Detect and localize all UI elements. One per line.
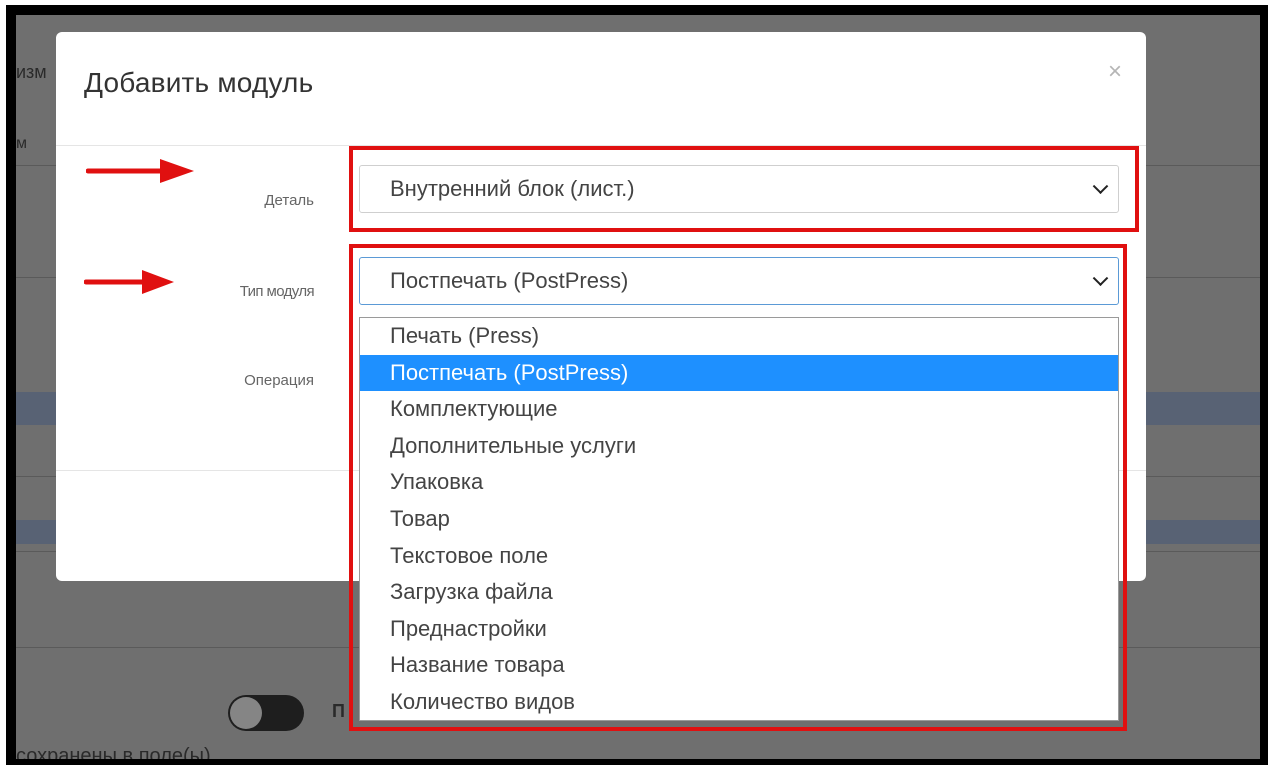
background-bottom-text: сохранены в поле(ы) (16, 745, 211, 759)
detail-highlight-box (349, 146, 1139, 232)
close-button[interactable]: × (1108, 60, 1122, 84)
screenshot-frame: изм м П сохранены в поле(ы) Добавить мод… (6, 5, 1268, 765)
arrow-right-icon (84, 270, 174, 294)
module-type-highlight-box (349, 244, 1127, 731)
background-text: м (16, 135, 27, 152)
app-screen: изм м П сохранены в поле(ы) Добавить мод… (16, 15, 1260, 759)
modal-title: Добавить модуль (84, 67, 314, 98)
background-toggle-switch[interactable] (228, 695, 304, 731)
arrow-right-icon (86, 159, 194, 183)
operation-label: Операция (244, 372, 314, 389)
detail-label: Деталь (264, 192, 314, 209)
toggle-label: П (332, 701, 345, 721)
background-text: изм (16, 62, 47, 82)
toggle-knob (230, 697, 262, 729)
